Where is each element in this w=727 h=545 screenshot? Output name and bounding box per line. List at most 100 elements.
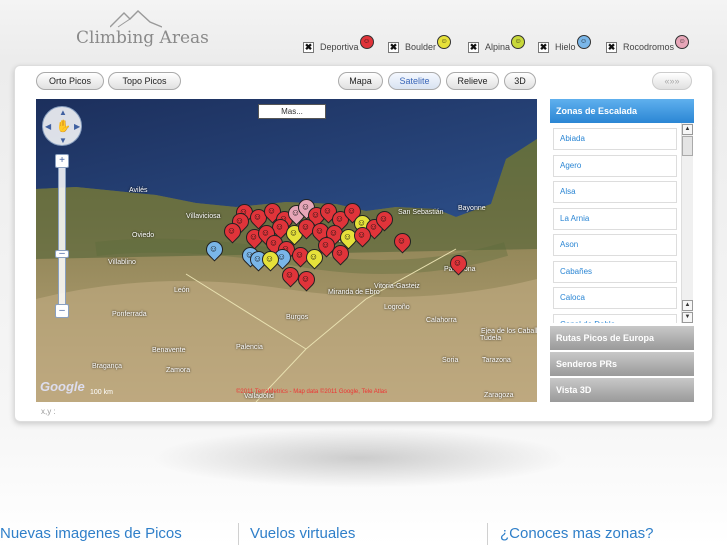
zone-item[interactable]: Ason [553,234,677,256]
column-divider [487,523,488,545]
nuevas-imagenes-link[interactable]: Nuevas imagenes de Picos [0,525,182,542]
relieve-button[interactable]: Relieve [446,72,499,90]
filter-checkbox[interactable]: ✖ [606,41,617,53]
filter-checkbox[interactable]: ✖ [468,41,479,53]
zoom-slider-handle[interactable]: – [55,249,69,259]
climber-icon: ☺ [322,205,333,216]
zone-item[interactable]: Alsa [553,181,677,203]
place-label: Zamora [166,367,191,374]
google-logo: Google [40,379,85,394]
zoom-slider[interactable] [58,161,66,313]
place-label: Calahorra [426,317,457,324]
filter-hielo[interactable]: ✖ Hielo ☺ [538,35,606,56]
vista-3d-header[interactable]: Vista 3D [550,378,694,402]
zonas-de-escalada-header[interactable]: Zonas de Escalada [550,99,694,123]
pan-right-icon[interactable]: ▶ [74,122,80,131]
filter-label: Hielo [555,42,576,52]
place-label: Tudela [480,335,502,342]
place-label: León [174,287,190,294]
panel-reflection [150,428,570,488]
vuelos-virtuales-link[interactable]: Vuelos virtuales [250,525,355,542]
scroll-up-icon[interactable]: ▲ [682,124,693,135]
satelite-button[interactable]: Satelite [388,72,441,90]
pan-left-icon[interactable]: ◀ [45,122,51,131]
climber-icon: ☺ [226,225,237,236]
map-copyright[interactable]: ©2011 TerraMetrics - Map data ©2011 Goog… [236,389,387,395]
senderos-prs-header[interactable]: Senderos PRs [550,352,694,376]
climber-icon: ☺ [284,269,295,280]
site-header: Climbing Areas ✖ Deportiva ☺ ✖ Boulder ☺ ✖ Alpi… [0,0,727,62]
climber-marker-icon: ☺ [359,35,374,49]
place-label: Zaragoza [484,392,514,399]
hand-icon[interactable]: ✋ [56,119,71,133]
filter-rocodromos[interactable]: ✖ Rocodromos ☺ [606,35,696,56]
climber-marker-icon: ☺ [437,35,452,49]
zone-item[interactable]: Cabañes [553,260,677,283]
place-label: Benavente [152,347,186,354]
place-label: Bayonne [458,205,486,212]
orto-picos-button[interactable]: Orto Picos [36,72,104,90]
place-label: Bragança [92,363,122,370]
zone-item[interactable]: La Arnia [553,207,677,230]
zone-list: Abiada Agero Alsa La Arnia Ason Cabañes Caloca… [550,123,694,323]
place-label: Tarazona [482,357,511,364]
filter-checkbox[interactable]: ✖ [303,41,314,53]
place-label: Miranda de Ebro [328,289,380,296]
filter-label: Deportiva [320,42,359,52]
3d-button[interactable]: 3D [504,72,536,90]
mapa-button[interactable]: Mapa [338,72,383,90]
place-label: Villaviciosa [186,213,221,220]
filter-deportiva[interactable]: ✖ Deportiva ☺ [303,35,388,56]
filter-alpina[interactable]: ✖ Alpina ☺ [468,35,538,56]
climber-icon: ☺ [314,225,325,236]
sidebar-accordion: Zonas de Escalada Abiada Agero Alsa La Arni… [550,99,694,402]
climber-marker-icon: ☺ [511,35,526,49]
place-label: Ejea de los Caballeros [481,328,537,335]
scroll-down-icon[interactable]: ▼ [682,312,693,323]
zone-item[interactable]: Abiada [553,128,677,150]
climber-icon: ☺ [300,221,311,232]
mas-options-button[interactable]: Mas... [258,104,326,119]
filter-checkbox[interactable]: ✖ [538,41,549,53]
place-label: Vitoria-Gasteiz [374,283,420,290]
scroll-thumb[interactable] [682,136,693,156]
pan-control[interactable]: ▲ ▼ ◀ ▶ ✋ [42,106,82,146]
place-label: Villablino [108,259,136,266]
zone-item[interactable]: Caloca [553,287,677,309]
place-label: Oviedo [132,232,155,239]
rutas-picos-header[interactable]: Rutas Picos de Europa [550,326,694,350]
map-panel: Orto Picos Topo Picos Mapa Satelite Reli… [14,65,713,422]
pan-up-icon[interactable]: ▲ [59,108,67,117]
filter-checkbox[interactable]: ✖ [388,41,399,53]
column-divider [238,523,239,545]
climber-icon: ☺ [356,229,367,240]
category-filters: ✖ Deportiva ☺ ✖ Boulder ☺ ✖ Alpina ☺ ✖ Hielo ☺ ✖ Roco… [303,35,696,56]
zoom-in-button[interactable]: + [55,154,69,168]
topo-picos-button[interactable]: Topo Picos [108,72,181,90]
climber-icon: ☺ [328,227,339,238]
climber-icon: ☺ [396,235,407,246]
filter-boulder[interactable]: ✖ Boulder ☺ [388,35,468,56]
climber-icon: ☺ [266,205,277,216]
navigation-arrows-button[interactable]: «»» [652,72,692,90]
place-label: Logroño [384,304,410,311]
climber-icon: ☺ [346,205,357,216]
pan-down-icon[interactable]: ▼ [59,136,67,145]
climber-icon: ☺ [268,237,279,248]
climber-icon: ☺ [334,213,345,224]
scale-bar: 100 km [90,389,113,396]
satellite-map[interactable]: Avilés Oviedo Villaviciosa San Sebastián Bay… [36,99,537,402]
climber-icon: ☺ [320,239,331,250]
zone-item[interactable]: Canal de Dobla [553,313,677,323]
scroll-up-lower-icon[interactable]: ▲ [682,300,693,311]
filter-label: Boulder [405,42,437,52]
coordinates-readout: x,y : [41,407,56,416]
zone-item[interactable]: Agero [553,154,677,177]
zoom-out-button[interactable]: – [55,304,69,318]
place-label: Ponferrada [112,311,147,318]
climber-marker-icon: ☺ [576,35,591,49]
climber-icon: ☺ [300,273,311,284]
climbing-areas-logo[interactable]: Climbing Areas [76,10,209,50]
climber-icon: ☺ [294,249,305,260]
conoces-mas-zonas-link[interactable]: ¿Conoces mas zonas? [500,525,653,542]
